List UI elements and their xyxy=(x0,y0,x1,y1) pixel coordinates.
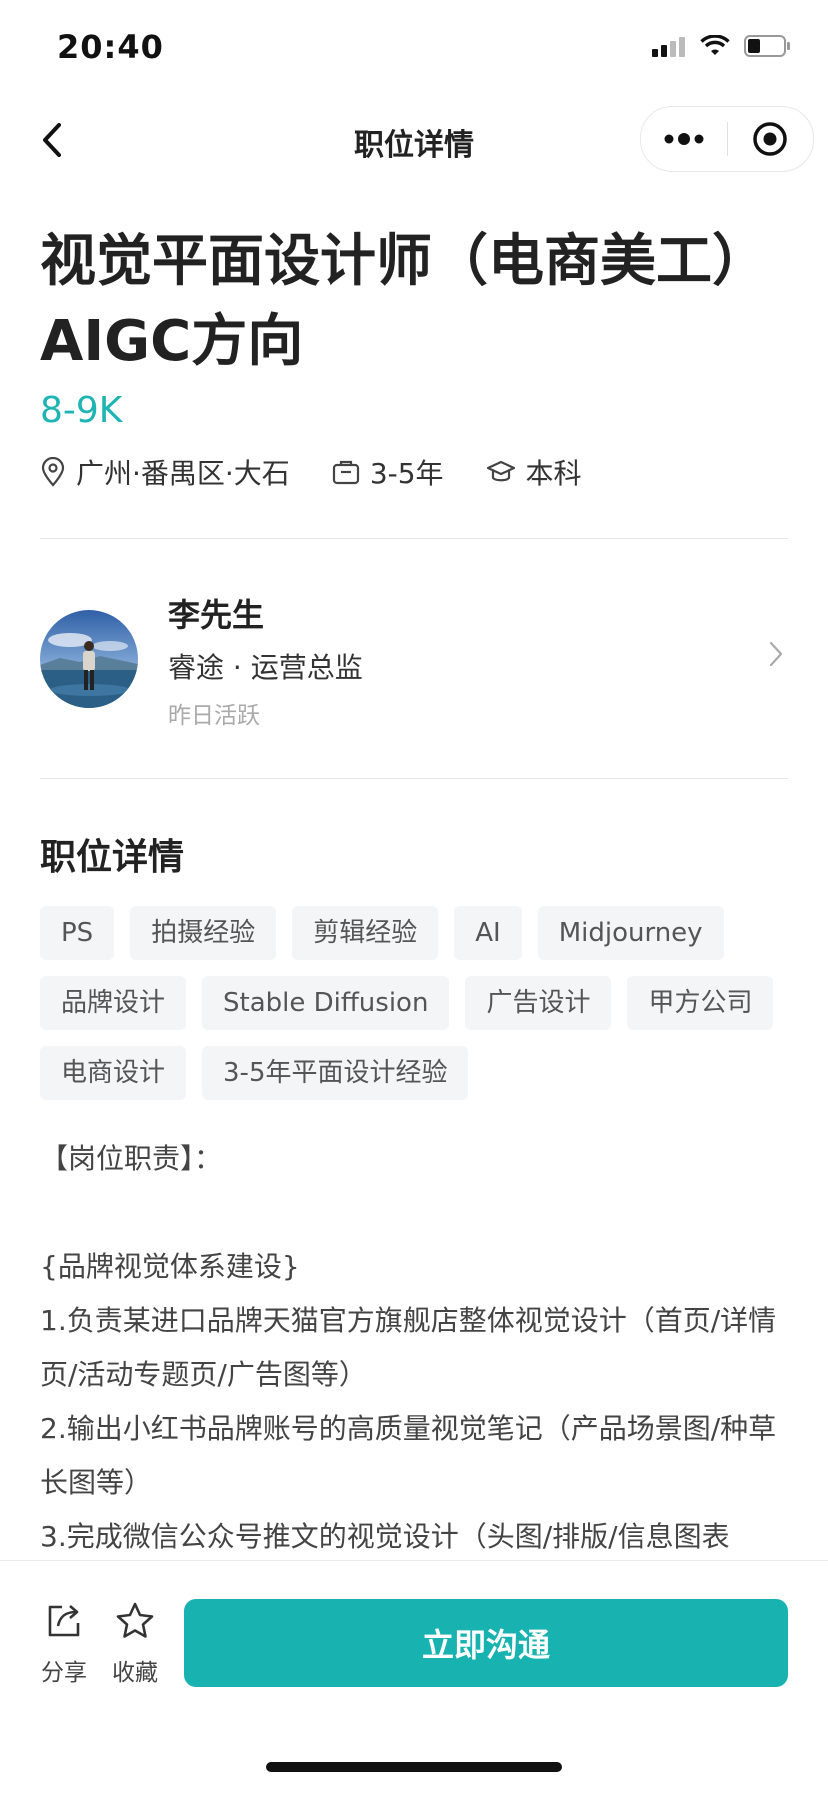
job-meta: 广州·番禺区·大石 3-5年 本科 xyxy=(40,452,624,492)
share-label: 分享 xyxy=(41,1660,87,1686)
recruiter-activity: 昨日活跃 xyxy=(168,703,260,729)
skill-tag: 甲方公司 xyxy=(627,976,774,1030)
location-pin-icon xyxy=(41,457,65,487)
recruiter-company-role: 睿途 · 运营总监 xyxy=(168,651,363,684)
description-line: 【岗位职责】： xyxy=(40,1142,223,1175)
favorite-label: 收藏 xyxy=(112,1660,158,1686)
chat-now-button[interactable]: 立即沟通 xyxy=(184,1599,788,1687)
home-indicator xyxy=(266,1762,562,1772)
more-button[interactable] xyxy=(641,107,727,171)
divider xyxy=(40,538,788,539)
share-button[interactable]: 分享 xyxy=(34,1601,94,1687)
signal-icon xyxy=(652,37,685,57)
status-bar: 20:40 xyxy=(0,0,828,100)
skill-tag: Stable Diffusion xyxy=(202,976,450,1030)
favorite-button[interactable]: 收藏 xyxy=(105,1601,165,1687)
avatar xyxy=(40,610,138,708)
status-icons xyxy=(652,34,792,58)
briefcase-icon xyxy=(332,460,359,485)
job-title: 视觉平面设计师（电商美工）AIGC方向 xyxy=(40,229,768,374)
nav-bar: 职位详情 xyxy=(0,100,828,180)
divider xyxy=(40,778,788,779)
education-text: 本科 xyxy=(525,457,582,490)
description-line: {品牌视觉体系建设} xyxy=(40,1250,300,1283)
experience-item: 3-5年 xyxy=(332,452,444,492)
experience-text: 3-5年 xyxy=(369,457,444,490)
description-line: 2.输出小红书品牌账号的高质量视觉笔记（产品场景图/种草长图等） xyxy=(40,1412,777,1499)
skill-tag: PS xyxy=(40,906,115,960)
recruiter-card[interactable]: 李先生 睿途 · 运营总监 昨日活跃 xyxy=(40,596,788,730)
skill-tag: 3-5年平面设计经验 xyxy=(202,1046,469,1100)
share-icon xyxy=(48,1605,80,1637)
battery-icon xyxy=(744,35,790,57)
skill-tag: 剪辑经验 xyxy=(292,906,439,960)
description-line: 3.完成微信公众号推文的视觉设计（头图/排版/信息图表 xyxy=(40,1520,730,1553)
recruiter-name: 李先生 xyxy=(168,596,265,634)
section-title: 职位详情 xyxy=(40,837,185,878)
more-dots-icon xyxy=(664,133,704,145)
location-item: 广州·番禺区·大石 xyxy=(40,452,290,492)
chevron-right-icon xyxy=(769,641,783,667)
status-time: 20:40 xyxy=(57,28,164,66)
skill-tag: 广告设计 xyxy=(465,976,612,1030)
skill-tag: Midjourney xyxy=(537,906,724,960)
mini-program-capsule xyxy=(640,106,814,172)
target-circle-icon xyxy=(753,122,787,156)
bottom-action-bar: 分享 收藏 立即沟通 xyxy=(0,1560,828,1793)
skill-tag: 电商设计 xyxy=(40,1046,187,1100)
wifi-icon xyxy=(700,35,730,55)
description-line xyxy=(40,1186,796,1240)
star-icon xyxy=(116,1602,154,1638)
skill-tags: PS 拍摄经验 剪辑经验 AI Midjourney 品牌设计 Stable D… xyxy=(40,906,800,1100)
location-text: 广州·番禺区·大石 xyxy=(76,457,290,490)
description-line: 1.负责某进口品牌天猫官方旗舰店整体视觉设计（首页/详情页/活动专题页/广告图等… xyxy=(40,1304,777,1391)
close-miniprogram-button[interactable] xyxy=(728,107,814,171)
job-description: 【岗位职责】： {品牌视觉体系建设} 1.负责某进口品牌天猫官方旗舰店整体视觉设… xyxy=(40,1132,796,1564)
skill-tag: 品牌设计 xyxy=(40,976,187,1030)
skill-tag: AI xyxy=(454,906,522,960)
salary: 8-9K xyxy=(40,390,123,431)
education-item: 本科 xyxy=(486,452,582,492)
graduation-cap-icon xyxy=(486,460,515,482)
skill-tag: 拍摄经验 xyxy=(130,906,277,960)
